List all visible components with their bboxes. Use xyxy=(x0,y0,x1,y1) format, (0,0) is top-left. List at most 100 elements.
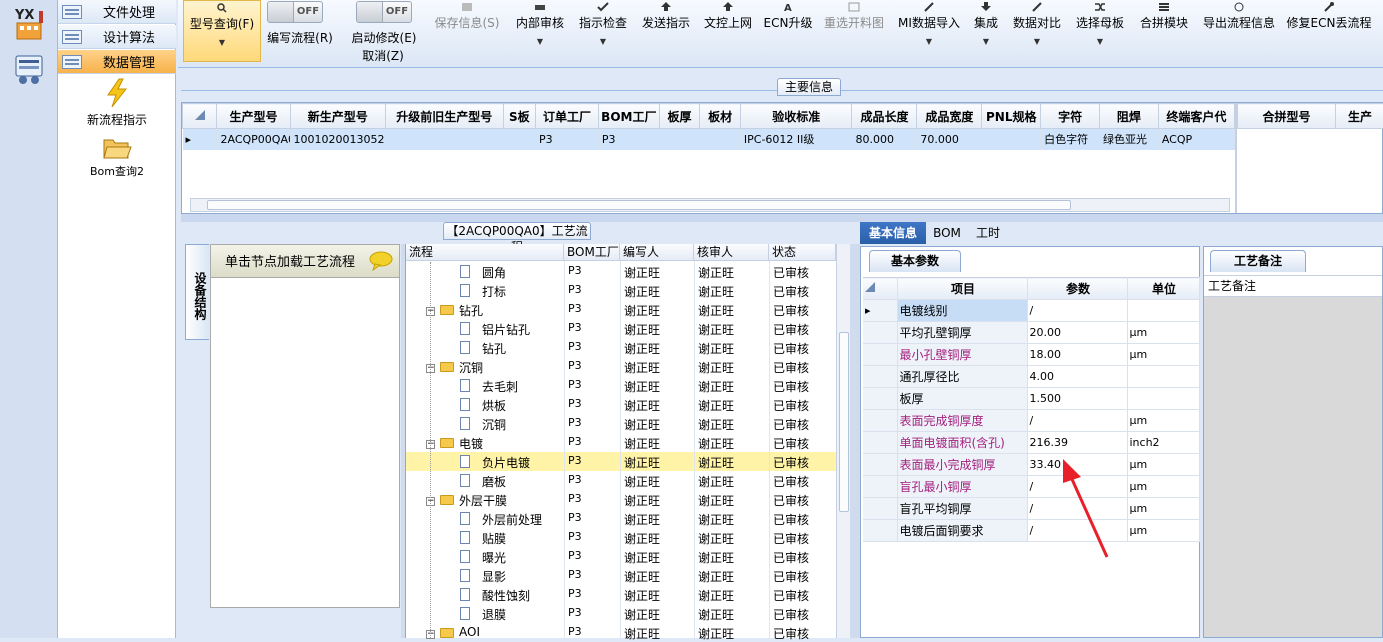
tree-row[interactable]: −沉铜P3谢正旺谢正旺已审核 xyxy=(406,357,836,376)
tree-row[interactable]: 磨板P3谢正旺谢正旺已审核 xyxy=(406,471,836,490)
cell[interactable]: 70.000 xyxy=(917,129,982,150)
column-header[interactable]: 成品长度 xyxy=(852,104,917,129)
column-header[interactable]: 升级前旧生产型号 xyxy=(385,104,503,129)
save-button[interactable]: 保存信息(S) xyxy=(430,2,504,31)
table-row[interactable]: 电镀后面铜要求/μm xyxy=(863,520,1199,542)
toolbar-button-select-mother[interactable]: 选择母板 ▼ xyxy=(1072,2,1128,46)
tab-hours[interactable]: 工时 xyxy=(970,222,1006,244)
column-header[interactable]: 订单工厂 xyxy=(536,104,599,129)
tree-row[interactable]: 外层前处理P3谢正旺谢正旺已审核 xyxy=(406,509,836,528)
table-row[interactable]: 表面最小完成铜厚33.40μm xyxy=(863,454,1199,476)
device-structure-tab[interactable]: 设备结构 xyxy=(185,244,209,340)
model-query-button[interactable]: 型号查询(F) ▼ xyxy=(183,0,261,62)
cell[interactable]: 绿色亚光 xyxy=(1099,129,1158,150)
table-row[interactable]: 通孔厚径比4.00 xyxy=(863,366,1199,388)
tree-row[interactable]: 钻孔P3谢正旺谢正旺已审核 xyxy=(406,338,836,357)
param-value[interactable]: 1.500 xyxy=(1027,388,1127,410)
column-header[interactable]: 生产型号 xyxy=(217,104,290,129)
table-row[interactable]: ▸电镀线别/ xyxy=(863,300,1199,322)
param-value[interactable]: 18.00 xyxy=(1027,344,1127,366)
column-header[interactable]: 板材 xyxy=(700,104,741,129)
tool-bom-query[interactable]: Bom查询2 xyxy=(58,136,176,179)
cell[interactable]: 白色字符 xyxy=(1041,129,1100,150)
param-value[interactable]: 216.39 xyxy=(1027,432,1127,454)
param-value[interactable]: / xyxy=(1027,410,1127,432)
table-row[interactable]: ▸ 2ACQP00QA0 10010200130521 P3 P3 IPC-60… xyxy=(183,129,1235,150)
cell[interactable] xyxy=(982,129,1041,150)
param-value[interactable]: 20.00 xyxy=(1027,322,1127,344)
table-row[interactable]: 单面电镀面积(含孔)216.39inch2 xyxy=(863,432,1199,454)
toolbar-button-compare[interactable]: 数据对比 ▼ xyxy=(1010,2,1064,46)
tree-row[interactable]: 烘板P3谢正旺谢正旺已审核 xyxy=(406,395,836,414)
table-row[interactable]: 平均孔壁铜厚20.00μm xyxy=(863,322,1199,344)
cell[interactable] xyxy=(503,129,535,150)
toolbar-button-reselect[interactable]: 重选开料图 xyxy=(820,2,888,31)
column-header[interactable]: 板厚 xyxy=(659,104,700,129)
column-header[interactable]: 生产 xyxy=(1336,104,1383,129)
table-row[interactable]: 盲孔最小铜厚/μm xyxy=(863,476,1199,498)
nav-item-file[interactable]: 文件处理 xyxy=(58,0,176,24)
toolbar-button-integrate[interactable]: 集成 ▼ xyxy=(968,2,1004,46)
cell[interactable] xyxy=(700,129,741,150)
cell[interactable]: 80.000 xyxy=(852,129,917,150)
column-header[interactable]: 字符 xyxy=(1041,104,1100,129)
tree-row[interactable]: −钻孔P3谢正旺谢正旺已审核 xyxy=(406,300,836,319)
vertical-splitter[interactable] xyxy=(850,244,860,638)
column-header[interactable]: 成品宽度 xyxy=(917,104,982,129)
device-tree[interactable] xyxy=(210,278,400,608)
column-header[interactable]: 合拼型号 xyxy=(1238,104,1336,129)
tab-process-notes[interactable]: 工艺备注 xyxy=(1210,250,1306,272)
toolbar-button-send[interactable]: 发送指示 xyxy=(638,2,694,31)
column-header[interactable]: S板 xyxy=(503,104,535,129)
tree-row[interactable]: 铝片钻孔P3谢正旺谢正旺已审核 xyxy=(406,319,836,338)
column-header[interactable]: 状态 xyxy=(769,244,836,261)
tree-row[interactable]: 贴膜P3谢正旺谢正旺已审核 xyxy=(406,528,836,547)
scroll-thumb[interactable] xyxy=(207,200,1071,210)
tree-row[interactable]: 圆角P3谢正旺谢正旺已审核 xyxy=(406,262,836,281)
tree-row[interactable]: 打标P3谢正旺谢正旺已审核 xyxy=(406,281,836,300)
cancel-button[interactable]: 取消(Z) xyxy=(358,47,408,64)
toolbar-button-export[interactable]: 导出流程信息 xyxy=(1198,2,1280,31)
notes-area[interactable] xyxy=(1204,297,1382,637)
cell[interactable]: 2ACQP00QA0 xyxy=(217,129,290,150)
tab-basic-params[interactable]: 基本参数 xyxy=(869,250,961,272)
toolbar-button-mi-import[interactable]: MI数据导入 ▼ xyxy=(894,2,964,46)
cell[interactable]: 10010200130521 xyxy=(290,129,385,150)
tree-row[interactable]: −电镀P3谢正旺谢正旺已审核 xyxy=(406,433,836,452)
param-value[interactable]: 4.00 xyxy=(1027,366,1127,388)
tree-row[interactable]: 酸性蚀刻P3谢正旺谢正旺已审核 xyxy=(406,585,836,604)
toolbar-button-fix-ecn[interactable]: 修复ECN丢流程 xyxy=(1286,2,1372,31)
column-header[interactable]: PNL规格 xyxy=(982,104,1041,129)
column-header[interactable]: 验收标准 xyxy=(740,104,852,129)
table-row[interactable]: 表面完成铜厚度/μm xyxy=(863,410,1199,432)
cell[interactable]: IPC-6012 II级 xyxy=(740,129,852,150)
tree-row[interactable]: 沉铜P3谢正旺谢正旺已审核 xyxy=(406,414,836,433)
column-header[interactable]: 参数 xyxy=(1027,278,1127,300)
table-row[interactable]: 最小孔壁铜厚18.00μm xyxy=(863,344,1199,366)
tab-bom[interactable]: BOM xyxy=(928,222,966,244)
cell[interactable]: ACQP xyxy=(1158,129,1234,150)
param-value[interactable]: / xyxy=(1027,300,1127,322)
column-header[interactable]: 新生产型号 xyxy=(290,104,385,129)
scroll-thumb[interactable] xyxy=(839,332,849,512)
column-header[interactable]: 项目 xyxy=(897,278,1027,300)
database-tool-icon[interactable] xyxy=(6,48,52,90)
tree-row[interactable]: 显影P3谢正旺谢正旺已审核 xyxy=(406,566,836,585)
cell[interactable] xyxy=(659,129,700,150)
toolbar-button-ecn[interactable]: A ECN升级 xyxy=(762,2,814,31)
nav-item-design[interactable]: 设计算法 xyxy=(58,25,176,49)
tree-row[interactable]: 曝光P3谢正旺谢正旺已审核 xyxy=(406,547,836,566)
start-modify-switch[interactable]: OFF xyxy=(356,1,412,23)
yx-app-icon[interactable]: YX xyxy=(6,2,52,44)
edit-flow-switch[interactable]: OFF xyxy=(267,1,323,23)
column-header[interactable]: BOM工厂 xyxy=(598,104,659,129)
toolbar-button-upload[interactable]: 文控上网 xyxy=(700,2,756,31)
horizontal-scrollbar[interactable] xyxy=(190,198,1230,212)
column-header[interactable]: BOM工厂 xyxy=(564,244,620,261)
column-header[interactable]: 核审人 xyxy=(694,244,769,261)
tree-row[interactable]: 退膜P3谢正旺谢正旺已审核 xyxy=(406,604,836,623)
cell[interactable]: P3 xyxy=(598,129,659,150)
tree-row[interactable]: 负片电镀P3谢正旺谢正旺已审核 xyxy=(406,452,836,471)
nav-item-data[interactable]: 数据管理 xyxy=(58,50,176,74)
toolbar-button-check[interactable]: 指示检查 ▼ xyxy=(575,2,631,46)
